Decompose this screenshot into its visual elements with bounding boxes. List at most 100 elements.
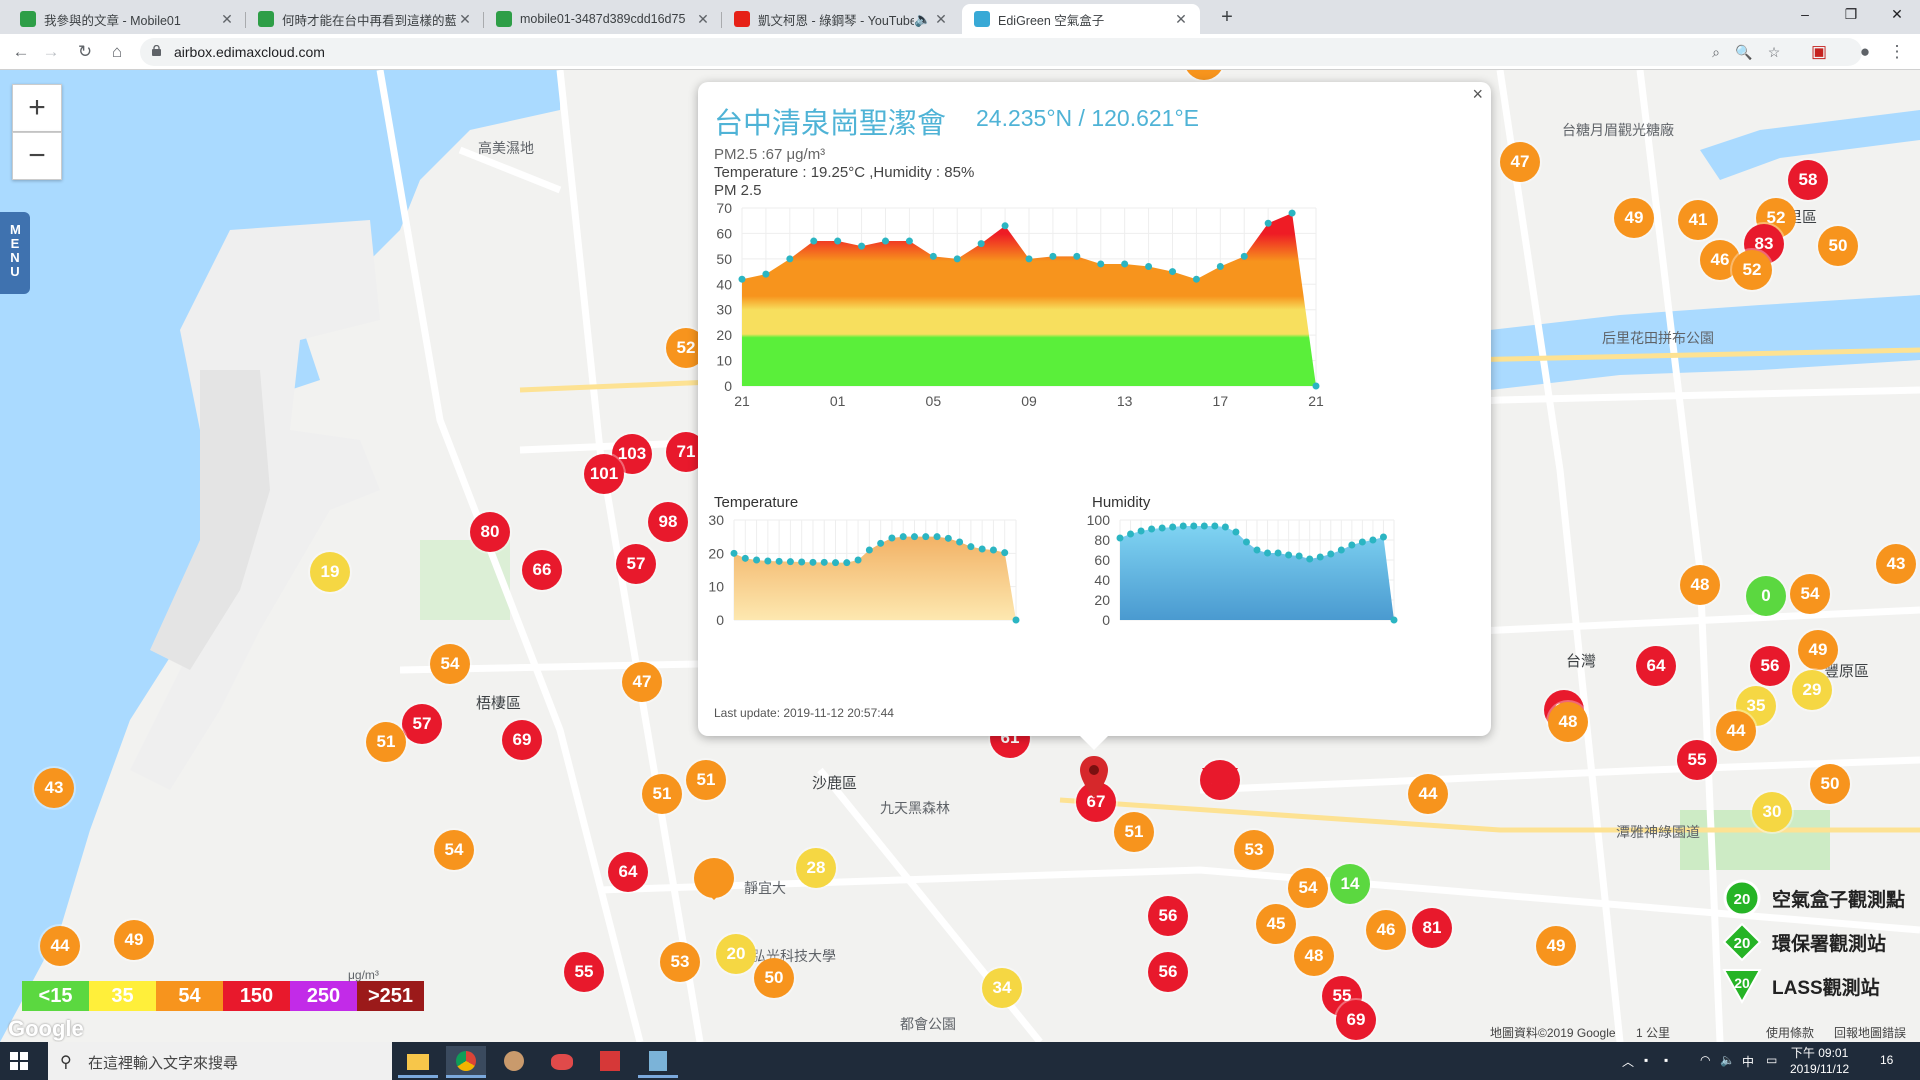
station-marker[interactable]: 55: [1677, 740, 1717, 780]
tray-app-icon[interactable]: ▪: [1664, 1053, 1668, 1067]
station-marker[interactable]: 45: [1256, 904, 1296, 944]
new-tab-button[interactable]: +: [1214, 6, 1240, 29]
station-marker[interactable]: 58: [1788, 160, 1828, 200]
app-icon[interactable]: [638, 1046, 678, 1078]
station-marker[interactable]: 55: [564, 952, 604, 992]
station-marker[interactable]: 41: [1678, 200, 1718, 240]
tab-close-icon[interactable]: ✕: [456, 11, 474, 28]
close-window-icon[interactable]: ✕: [1874, 0, 1920, 30]
station-marker[interactable]: 48: [1294, 936, 1334, 976]
app-icon[interactable]: [494, 1046, 534, 1078]
notification-count[interactable]: 16: [1880, 1053, 1893, 1067]
station-marker[interactable]: 29: [1792, 670, 1832, 710]
wifi-icon[interactable]: ◠: [1700, 1053, 1710, 1067]
tray-app-icon[interactable]: ▪: [1644, 1053, 1648, 1067]
station-marker[interactable]: 43: [1876, 544, 1916, 584]
tab-mobile01-hash[interactable]: mobile01-3487d389cdd16d75 ✕: [484, 4, 722, 34]
home-icon[interactable]: ⌂: [104, 39, 130, 65]
station-marker[interactable]: 51: [366, 722, 406, 762]
station-marker[interactable]: 28: [796, 848, 836, 888]
zoom-out-button[interactable]: −: [12, 132, 62, 180]
station-marker[interactable]: 51: [686, 760, 726, 800]
station-marker[interactable]: 44: [1716, 711, 1756, 751]
extension-icon[interactable]: ▣: [1806, 39, 1832, 65]
station-marker[interactable]: 54: [434, 830, 474, 870]
chrome-icon[interactable]: [446, 1046, 486, 1078]
clock[interactable]: 下午 09:01 2019/11/12: [1790, 1045, 1849, 1077]
station-marker[interactable]: 47: [622, 662, 662, 702]
lass-triangle-icon[interactable]: [1200, 766, 1240, 800]
station-marker[interactable]: 14: [1330, 864, 1370, 904]
station-marker[interactable]: 98: [648, 502, 688, 542]
windows-start-icon[interactable]: [10, 1052, 28, 1070]
selected-pin-icon[interactable]: [1077, 754, 1111, 808]
station-marker[interactable]: 54: [430, 644, 470, 684]
ime-indicator[interactable]: 中: [1742, 1053, 1754, 1070]
station-marker[interactable]: 54: [1790, 574, 1830, 614]
station-marker[interactable]: 50: [754, 958, 794, 998]
app-icon[interactable]: [542, 1046, 582, 1078]
station-marker[interactable]: 49: [1614, 198, 1654, 238]
station-marker[interactable]: 19: [310, 552, 350, 592]
bookmark-star-icon[interactable]: ☆: [1764, 44, 1784, 61]
station-marker[interactable]: 101: [584, 454, 624, 494]
app-icon[interactable]: [590, 1046, 630, 1078]
station-marker[interactable]: 64: [1636, 646, 1676, 686]
translate-icon[interactable]: ⌕: [1706, 44, 1726, 61]
report-error-link[interactable]: 回報地圖錯誤: [1834, 1024, 1906, 1041]
tab-close-icon[interactable]: ✕: [932, 11, 950, 28]
station-marker[interactable]: 48: [1680, 565, 1720, 605]
station-marker[interactable]: 49: [114, 920, 154, 960]
station-marker[interactable]: 56: [1148, 952, 1188, 992]
tab-mobile01-bluesky[interactable]: 何時才能在台中再看到這樣的藍天 ✕: [246, 4, 484, 34]
terms-link[interactable]: 使用條款: [1766, 1024, 1814, 1041]
minimize-icon[interactable]: –: [1782, 0, 1828, 30]
popup-close-button[interactable]: ×: [1472, 84, 1483, 105]
station-marker[interactable]: 50: [1818, 226, 1858, 266]
station-marker[interactable]: 80: [470, 512, 510, 552]
tab-edigreen[interactable]: EdiGreen 空氣盒子 ✕: [962, 4, 1200, 34]
station-marker[interactable]: 50: [1810, 764, 1850, 804]
tab-close-icon[interactable]: ✕: [694, 11, 712, 28]
forward-icon[interactable]: →: [38, 39, 64, 65]
station-marker[interactable]: 51: [1114, 812, 1154, 852]
station-marker[interactable]: 51: [642, 774, 682, 814]
tab-close-icon[interactable]: ✕: [218, 11, 236, 28]
tab-mobile01-articles[interactable]: 我參與的文章 - Mobile01 ✕: [8, 4, 246, 34]
station-marker[interactable]: 64: [608, 852, 648, 892]
back-icon[interactable]: ←: [8, 39, 34, 65]
station-marker[interactable]: 57: [616, 544, 656, 584]
station-marker[interactable]: 57: [402, 704, 442, 744]
station-marker[interactable]: 49: [1536, 926, 1576, 966]
station-marker[interactable]: 48: [1548, 702, 1588, 742]
station-marker[interactable]: 69: [1336, 1000, 1376, 1040]
station-marker[interactable]: 49: [1798, 630, 1838, 670]
taskbar-search[interactable]: ⚲ 在這裡輸入文字來搜尋: [48, 1042, 392, 1080]
station-marker[interactable]: 0: [1746, 576, 1786, 616]
epa-diamond-icon[interactable]: [692, 858, 736, 902]
station-marker[interactable]: 81: [1412, 908, 1452, 948]
map-scale[interactable]: 1 公里: [1636, 1024, 1670, 1041]
station-marker[interactable]: 69: [502, 720, 542, 760]
station-marker[interactable]: 66: [522, 550, 562, 590]
station-marker[interactable]: 54: [1288, 868, 1328, 908]
address-bar[interactable]: airbox.edimaxcloud.com ⌕ 🔍 ☆: [140, 38, 1862, 66]
zoom-in-button[interactable]: +: [12, 84, 62, 132]
station-marker[interactable]: 44: [1408, 774, 1448, 814]
station-marker[interactable]: 47: [1500, 142, 1540, 182]
file-explorer-icon[interactable]: [398, 1046, 438, 1078]
station-marker[interactable]: 20: [716, 934, 756, 974]
station-marker[interactable]: 34: [982, 968, 1022, 1008]
tab-youtube[interactable]: 凱文柯恩 - 綠鋼琴 - YouTube 🔈 ✕: [722, 4, 960, 34]
keyboard-icon[interactable]: ▭: [1766, 1053, 1777, 1067]
tray-expand-icon[interactable]: ︿: [1622, 1053, 1634, 1070]
station-marker[interactable]: 52: [1732, 250, 1772, 290]
station-marker[interactable]: 30: [1752, 792, 1792, 832]
restore-icon[interactable]: ❐: [1828, 0, 1874, 30]
menu-button[interactable]: MENU: [0, 212, 30, 294]
tab-close-icon[interactable]: ✕: [1172, 11, 1190, 28]
station-marker[interactable]: 44: [40, 926, 80, 966]
station-marker[interactable]: 46: [1366, 910, 1406, 950]
station-marker[interactable]: 56: [1148, 896, 1188, 936]
profile-icon[interactable]: ●: [1852, 39, 1878, 65]
